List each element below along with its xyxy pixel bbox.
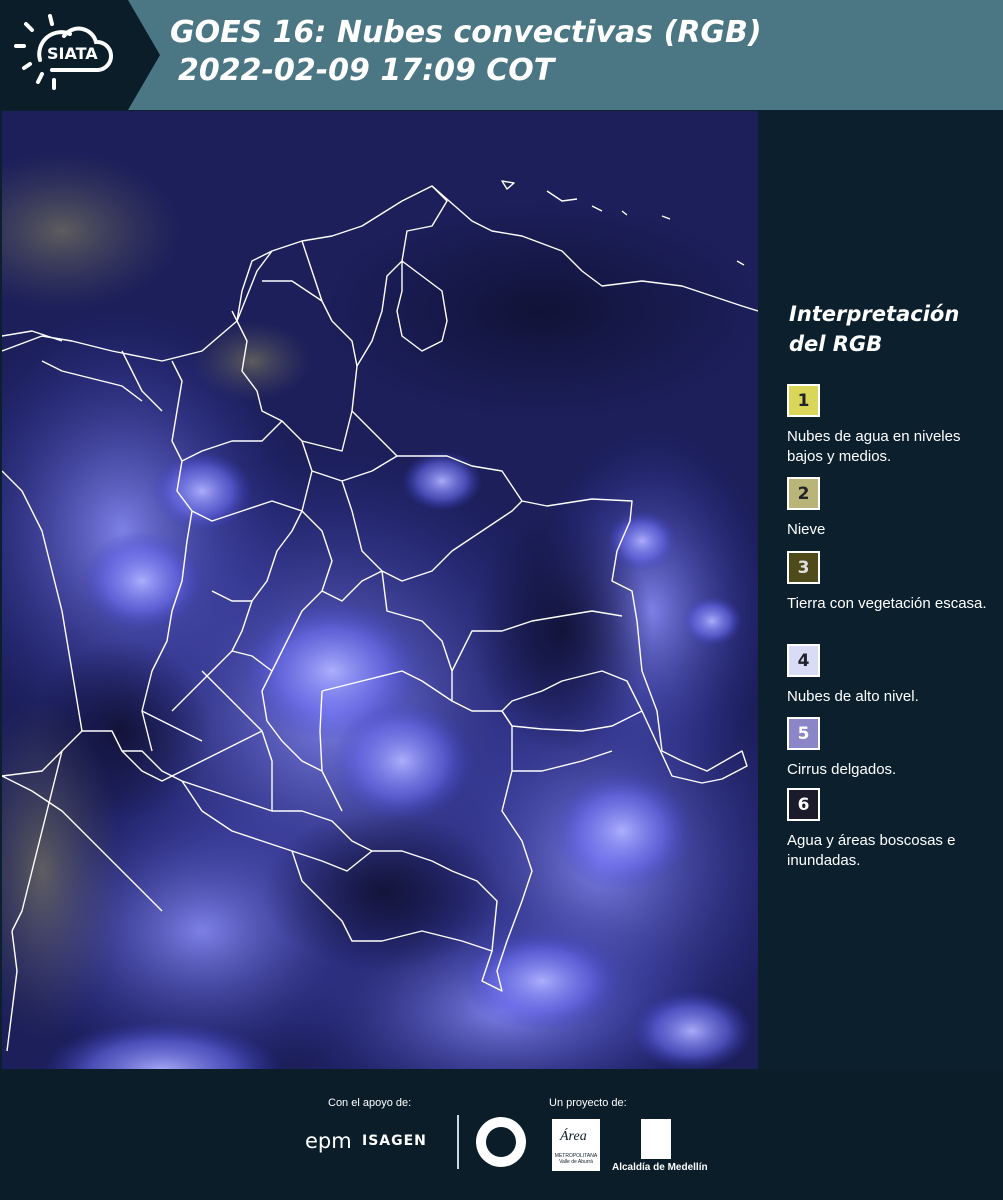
legend-panel: Interpretación del RGB 1 Nubes de agua e… [758, 111, 1003, 1069]
siata-logo: SIATA [0, 0, 160, 110]
legend-swatch-4: 4 [787, 644, 820, 677]
legend-label-6: Agua y áreas boscosas e inundadas. [787, 832, 956, 869]
title-product: GOES 16: Nubes convectivas (RGB) [170, 15, 762, 50]
legend-label-4: Nubes de alto nivel. [787, 688, 919, 705]
legend-item-5: 5 Cirrus delgados. [787, 717, 997, 780]
legend-label-3: Tierra con vegetación escasa. [787, 595, 987, 612]
siata-logo-text: SIATA [47, 44, 98, 63]
legend-item-1: 1 Nubes de agua en niveles bajos y medio… [787, 384, 997, 467]
satellite-image [2, 111, 758, 1069]
legend-swatch-5: 5 [787, 717, 820, 750]
footer: Con el apoyo de: Un proyecto de: epm ISA… [0, 1069, 1003, 1200]
alcaldia-shield-icon [641, 1119, 671, 1159]
legend-title: Interpretación del RGB [789, 302, 960, 356]
footer-divider [457, 1115, 459, 1169]
legend-label-2: Nieve [787, 521, 826, 538]
area-logo-text: Área [560, 1129, 587, 1144]
area-logo-subtext: METROPOLITANA Valle de Aburrá [554, 1153, 598, 1165]
legend-item-4: 4 Nubes de alto nivel. [787, 644, 997, 707]
legend-label-1: Nubes de agua en niveles bajos y medios. [787, 428, 961, 465]
support-label: Con el apoyo de: [328, 1097, 412, 1109]
legend-item-3: 3 Tierra con vegetación escasa. [787, 551, 997, 614]
area-metropolitana-logo: Área METROPOLITANA Valle de Aburrá [552, 1119, 600, 1171]
legend-swatch-2: 2 [787, 477, 820, 510]
legend-swatch-3: 3 [787, 551, 820, 584]
legend-item-6: 6 Agua y áreas boscosas e inundadas. [787, 788, 997, 871]
satellite-map[interactable] [2, 111, 758, 1069]
isagen-logo: ISAGEN [362, 1133, 427, 1149]
legend-label-5: Cirrus delgados. [787, 761, 897, 778]
legend-swatch-1: 1 [787, 384, 820, 417]
alcaldia-label: Alcaldía de Medellín [612, 1162, 708, 1173]
legend-item-2: 2 Nieve [787, 477, 997, 540]
title-datetime: 2022-02-09 17:09 COT [178, 53, 555, 88]
epm-logo: epm [305, 1129, 352, 1153]
medellin-seal-icon [476, 1117, 526, 1167]
page-title: GOES 16: Nubes convectivas (RGB) 2022-02… [170, 14, 762, 90]
project-label: Un proyecto de: [549, 1097, 627, 1109]
header-bar: SIATA GOES 16: Nubes convectivas (RGB) 2… [0, 0, 1003, 110]
legend-swatch-6: 6 [787, 788, 820, 821]
